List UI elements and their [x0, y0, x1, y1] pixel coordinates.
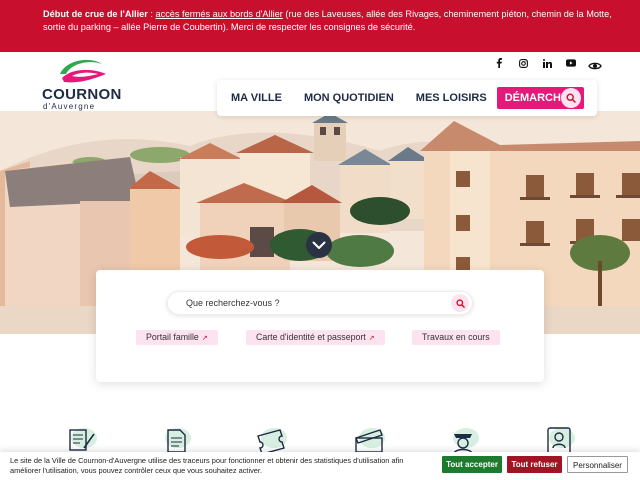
- clapper-icon[interactable]: [352, 424, 386, 454]
- alert-banner: Début de crue de l'Allier : accès fermés…: [0, 0, 640, 52]
- chip-travaux[interactable]: Travaux en cours: [412, 330, 500, 345]
- refuse-all-button[interactable]: Tout refuser: [507, 456, 562, 473]
- nav-item-ma-ville[interactable]: MA VILLE: [231, 92, 282, 104]
- external-link-icon: ↗: [368, 335, 375, 342]
- main-nav: MA VILLE MON QUOTIDIEN MES LOISIRS DÉMAR…: [217, 80, 597, 116]
- id-card-icon[interactable]: [542, 424, 576, 454]
- facebook-icon[interactable]: [494, 58, 504, 68]
- chip-carte-identite[interactable]: Carte d'identité et passeport ↗: [246, 330, 385, 345]
- linkedin-icon[interactable]: [542, 58, 552, 68]
- alert-link[interactable]: accès fermés aux bords d'Allier: [155, 9, 282, 19]
- document-icon[interactable]: [158, 424, 192, 454]
- instagram-icon[interactable]: [518, 58, 528, 68]
- police-icon[interactable]: [446, 424, 480, 454]
- search-icon: [455, 298, 465, 308]
- form-icon[interactable]: [64, 424, 98, 454]
- search-icon[interactable]: [561, 88, 581, 108]
- nav-item-mes-loisirs[interactable]: MES LOISIRS: [416, 92, 487, 104]
- youtube-icon[interactable]: [566, 58, 576, 68]
- chip-portail-famille[interactable]: Portail famille ↗: [136, 330, 218, 345]
- site-header: COURNON d'Auvergne MA VILLE MON QUOTIDIE…: [0, 52, 640, 116]
- social-links: [494, 58, 576, 68]
- external-link-icon: ↗: [201, 335, 208, 342]
- scroll-down-button[interactable]: [306, 232, 332, 258]
- search-placeholder: Que recherchez-vous ?: [186, 298, 280, 308]
- accept-all-button[interactable]: Tout accepter: [442, 456, 502, 473]
- chip-label: Portail famille: [146, 332, 199, 342]
- logo-title: COURNON: [42, 86, 122, 103]
- customize-button[interactable]: Personnaliser: [567, 456, 628, 473]
- alert-title: Début de crue de l'Allier: [43, 9, 148, 19]
- site-logo[interactable]: COURNON d'Auvergne: [42, 56, 122, 111]
- search-submit-button[interactable]: [451, 294, 469, 312]
- cookie-text: Le site de la Ville de Cournon-d'Auvergn…: [10, 456, 404, 475]
- cookie-banner: Le site de la Ville de Cournon-d'Auvergn…: [0, 452, 640, 480]
- ticket-icon[interactable]: [254, 424, 288, 454]
- logo-mark-icon: [60, 59, 106, 83]
- chip-label: Travaux en cours: [422, 332, 490, 342]
- search-card: Que recherchez-vous ? Portail famille ↗ C…: [96, 270, 544, 382]
- chip-label: Carte d'identité et passeport: [256, 332, 366, 342]
- chevron-down-icon: [312, 241, 326, 249]
- eye-icon[interactable]: [588, 58, 602, 70]
- nav-item-mon-quotidien[interactable]: MON QUOTIDIEN: [304, 92, 394, 104]
- quick-link-chips: Portail famille ↗ Carte d'identité et pas…: [96, 330, 544, 346]
- quick-access-icons: [0, 420, 640, 454]
- logo-subtitle: d'Auvergne: [43, 102, 96, 111]
- search-field[interactable]: Que recherchez-vous ?: [167, 291, 473, 315]
